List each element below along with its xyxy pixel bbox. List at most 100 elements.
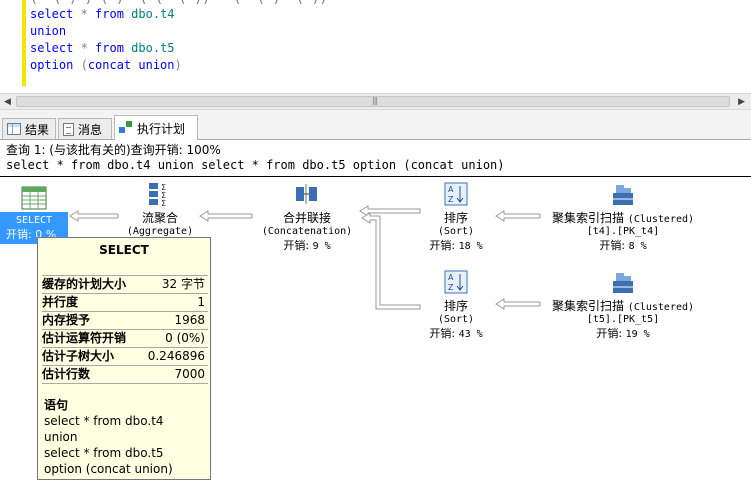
code-token: select: [30, 7, 74, 21]
sort-t4-cost-value: 18 %: [458, 241, 483, 252]
scan-t4-object: [t4].[PK_t4]: [586, 226, 660, 237]
property-name: 内存授予: [42, 313, 91, 327]
tooltip-property-row: 估计行数 7000: [42, 365, 208, 384]
code-token: dbo.t5: [123, 41, 175, 55]
tab-execution-plan-label: 执行计划: [137, 121, 186, 136]
code-token: option: [30, 58, 74, 72]
code-token: union: [30, 24, 67, 38]
code-token: select: [30, 41, 74, 55]
code-line[interactable]: option (concat union): [30, 58, 182, 72]
property-name: 估计运算符开销: [42, 331, 127, 345]
code-token: from: [95, 7, 124, 21]
code-line[interactable]: select * from dbo.t5: [30, 41, 175, 55]
concatenation-cost-label: 开销:: [283, 239, 310, 252]
tab-results-label: 结果: [25, 122, 50, 137]
clustered-index-scan-icon: [610, 269, 636, 295]
scan-t5-name: 聚集索引扫描: [551, 299, 624, 313]
plan-node-clustered-scan-t5[interactable]: 聚集索引扫描 (Clustered) [t5].[PK_t5] 开销: 19 %: [546, 269, 700, 341]
tooltip-statement-label: 语句: [44, 398, 69, 412]
stream-aggregate-name: 流聚合: [141, 211, 178, 225]
results-grid-icon: [7, 123, 21, 135]
svg-text:A: A: [448, 185, 454, 194]
property-value: 0.246896: [147, 349, 205, 363]
scan-t4-cost-value: 8 %: [628, 241, 647, 252]
scan-t5-cost-label: 开销:: [596, 327, 623, 340]
select-properties-tooltip: SELECT 缓存的计划大小 32 字节并行度 1 内存授予 1968 估计运算符开销 0 …: [37, 237, 211, 480]
stream-aggregate-type: (Aggregate): [126, 226, 194, 237]
property-name: 并行度: [42, 295, 79, 309]
property-name: 估计子树大小: [42, 349, 115, 363]
query-text: select * from dbo.t4 union select * from…: [6, 158, 505, 172]
sort-t4-name: 排序: [443, 211, 468, 225]
tab-results[interactable]: 结果: [2, 118, 56, 139]
scan-t4-cost-label: 开销:: [599, 239, 626, 252]
tab-messages[interactable]: 消息: [58, 118, 112, 139]
tooltip-property-row: 估计子树大小 0.246896: [42, 347, 208, 365]
arrow-aggregate-to-select: [69, 210, 119, 222]
tooltip-property-row: 估计运算符开销 0 (0%): [42, 329, 208, 347]
scan-t5-clustered-tag: (Clustered): [627, 302, 695, 313]
tooltip-property-table: 缓存的计划大小 32 字节并行度 1 内存授予 1968 估计运算符开销 0 (0%) 估计子…: [42, 275, 208, 384]
scroll-left-icon[interactable]: ◀: [4, 97, 11, 107]
change-tracking-bar: [22, 0, 26, 86]
arrow-scan1-to-sort1: [495, 210, 541, 222]
scan-t5-cost-value: 19 %: [625, 329, 650, 340]
sort-t5-name: 排序: [443, 299, 468, 313]
execution-plan-icon: [119, 121, 133, 135]
code-token: dbo.t4: [123, 7, 175, 21]
property-value: 1: [197, 295, 205, 309]
stream-aggregate-icon: Σ Σ Σ: [147, 181, 173, 208]
sort-t4-type: (Sort): [437, 226, 475, 237]
svg-text:Z: Z: [448, 283, 454, 292]
clipped-code-line: ( ( ) ) ( ) ( ( ( )) ( ( ) ( )): [30, 0, 327, 6]
arrow-scan2-to-sort2: [495, 298, 541, 310]
code-token: (: [73, 58, 88, 72]
arrow-concat-to-aggregate: [199, 210, 253, 222]
editor-gutter: [0, 0, 20, 93]
concatenation-cost-value: 9 %: [312, 241, 331, 252]
sort-icon: A Z: [443, 181, 469, 207]
scan-t4-clustered-tag: (Clustered): [627, 214, 695, 225]
sql-editor[interactable]: ( ( ) ) ( ) ( ( ( )) ( ( ) ( )) select *…: [0, 0, 751, 93]
tab-execution-plan[interactable]: 执行计划: [114, 115, 198, 140]
select-result-icon: [21, 186, 47, 210]
property-value: 32 字节: [161, 277, 205, 291]
code-token: concat union: [87, 58, 175, 72]
sort-t5-cost-label: 开销:: [429, 327, 456, 340]
code-line[interactable]: select * from dbo.t4: [30, 7, 175, 21]
plan-node-sort-t4[interactable]: A Z 排序 (Sort) 开销: 18 %: [418, 181, 494, 253]
tooltip-title: SELECT: [99, 243, 149, 257]
svg-text:Z: Z: [448, 195, 454, 204]
tooltip-property-row: 内存授予 1968: [42, 311, 208, 329]
select-node-label: SELECT: [15, 215, 53, 226]
plan-node-concatenation[interactable]: 合并联接 (Concatenation) 开销: 9 %: [256, 181, 358, 253]
plan-node-sort-t5[interactable]: A Z 排序 (Sort) 开销: 43 %: [418, 269, 494, 341]
tab-messages-label: 消息: [78, 122, 103, 137]
property-value: 7000: [174, 367, 205, 381]
concatenation-name: 合并联接: [282, 211, 331, 225]
svg-text:A: A: [448, 273, 454, 282]
plan-header: 查询 1: (与该批有关的)查询开销: 100% select * from d…: [0, 140, 751, 176]
property-value: 1968: [174, 313, 205, 327]
sort-t5-type: (Sort): [437, 314, 475, 325]
concatenation-type: (Concatenation): [261, 226, 353, 237]
horizontal-scrollbar[interactable]: ◀ ||| ▶: [0, 93, 751, 110]
code-line[interactable]: union: [30, 24, 66, 38]
property-name: 缓存的计划大小: [42, 277, 127, 291]
arrow-sort2-to-concat: [361, 212, 421, 310]
plan-node-clustered-scan-t4[interactable]: 聚集索引扫描 (Clustered) [t4].[PK_t4] 开销: 8 %: [546, 181, 700, 253]
tooltip-property-row: 并行度 1: [42, 293, 208, 311]
code-token: ): [174, 58, 182, 72]
tooltip-statement-text: select * from dbo.t4 union select * from…: [44, 414, 173, 476]
scrollbar-grip-icon: |||: [372, 96, 378, 105]
scroll-right-icon[interactable]: ▶: [738, 97, 745, 107]
property-value: 0 (0%): [165, 331, 205, 345]
code-token: from: [95, 41, 124, 55]
plan-node-stream-aggregate[interactable]: Σ Σ Σ 流聚合 (Aggregate): [118, 181, 202, 237]
property-name: 估计行数: [42, 367, 91, 381]
concatenation-icon: [294, 181, 320, 207]
query-cost-label: 查询 1: (与该批有关的)查询开销: 100%: [6, 143, 221, 157]
messages-icon: [63, 122, 74, 136]
tooltip-property-row: 缓存的计划大小 32 字节: [42, 275, 208, 293]
scan-t4-name: 聚集索引扫描: [551, 211, 624, 225]
